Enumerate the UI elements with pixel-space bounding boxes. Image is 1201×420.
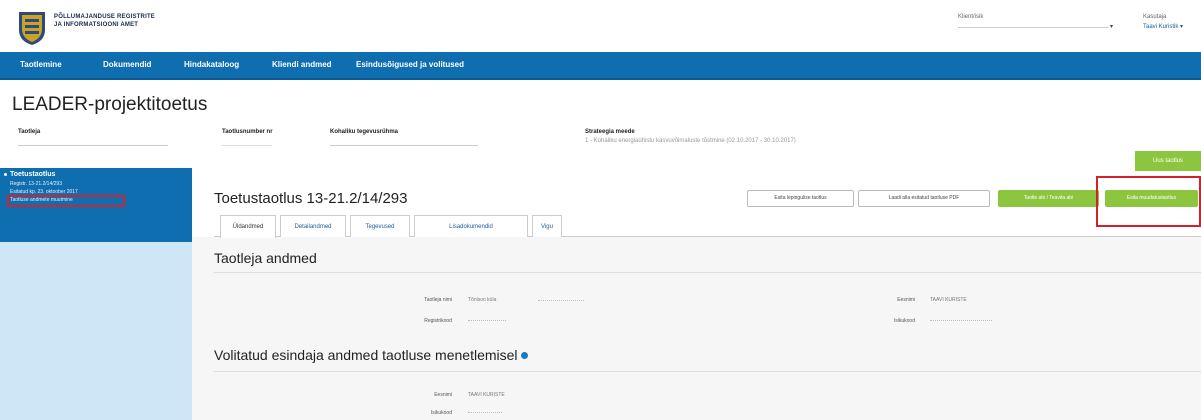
applicant-name-label: Taotleja nimi [424, 297, 452, 303]
tab-lisadokumendid[interactable]: Lisadokumendid [414, 215, 528, 237]
sidebar-item-toetustaotlus[interactable]: Toetustaotlus Registr. 13-21.2/14/293 Es… [0, 168, 192, 242]
tab-tegevused[interactable]: Tegevused [350, 215, 410, 237]
client-selector[interactable]: Klient/isik ▾ [958, 14, 1113, 30]
tab-uldandmed[interactable]: Üldandmed [220, 215, 276, 238]
section-title-representative-text: Volitatud esindaja andmed taotluse menet… [214, 347, 518, 363]
nav-item-kliendi-andmed[interactable]: Kliendi andmed [272, 60, 332, 69]
tab-detailandmed[interactable]: Detailandmed [280, 215, 346, 237]
rep-first-name-label: Eesnimi [434, 392, 452, 398]
registry-code-label: Registrikood [424, 318, 452, 324]
tab-vigu[interactable]: Vigu [532, 215, 562, 237]
section-title-representative: Volitatud esindaja andmed taotluse menet… [214, 347, 528, 363]
application-number-label: Taotlusnumber nr [222, 129, 273, 135]
app-header: PÕLLUMAJANDUSE REGISTRITE JA INFORMATSIO… [0, 0, 1201, 52]
nav-item-taotlemine[interactable]: Taotlemine [20, 60, 62, 69]
client-label: Klient/isik [958, 14, 984, 20]
applicant-value [18, 138, 168, 146]
applicant-name-value: Tõnisoo küla [468, 297, 497, 303]
agency-name: PÕLLUMAJANDUSE REGISTRITE JA INFORMATSIO… [54, 13, 155, 29]
strategy-label: Strateegia meede [585, 129, 635, 135]
sidebar-item-title[interactable]: Toetustaotlus [10, 171, 55, 178]
tab-bar: Üldandmed Detailandmed Tegevused Lisadok… [214, 215, 1201, 238]
bullet-icon [4, 173, 7, 176]
section-divider [214, 272, 1201, 273]
new-application-button[interactable]: Uus taotlus [1135, 151, 1201, 171]
action-group-info: Kohaliku tegevusrühma [330, 129, 478, 146]
rep-first-name-value: TAAVI KURISTE [468, 392, 505, 398]
nav-item-esindusoigused[interactable]: Esindusõigused ja volitused [356, 60, 464, 69]
request-aid-button[interactable]: Taotle abi / Teavita abi [998, 190, 1099, 207]
content-panel [192, 237, 1201, 420]
id-code-label: Isikukood [893, 318, 915, 324]
sidebar: Toetustaotlus Registr. 13-21.2/14/293 Es… [0, 168, 192, 420]
highlight-box [7, 195, 125, 207]
download-pdf-button[interactable]: Laadi alla esitatud taotluse PDF [858, 190, 990, 207]
nav-item-dokumendid[interactable]: Dokumendid [103, 60, 151, 69]
applicant-label: Taotleja [18, 129, 41, 135]
chevron-down-icon[interactable]: ▾ [1110, 24, 1113, 30]
user-info[interactable]: Kasutaja Taavi Kuristik ▾ [1143, 14, 1183, 30]
estonian-coat-of-arms-logo[interactable] [15, 8, 49, 46]
rep-id-code-label: Isikukood [430, 410, 452, 416]
section-title-applicant: Taotleja andmed [214, 250, 317, 266]
applicant-info: Taotleja [18, 129, 168, 146]
agency-name-line1: PÕLLUMAJANDUSE REGISTRITE [54, 14, 156, 20]
user-label: Kasutaja [1143, 14, 1167, 20]
nav-item-hindakataloog[interactable]: Hindakataloog [184, 60, 239, 69]
strategy-info: Strateegia meede 1 - Kohaliku energiaühi… [585, 129, 796, 144]
client-select-field[interactable] [958, 25, 1108, 28]
applicant-name-extra [538, 293, 584, 301]
first-name-label: Eesnimi [897, 297, 915, 303]
section-divider [214, 371, 1201, 372]
application-number-value [222, 138, 272, 146]
first-name-value: TAAVI KURISTE [930, 297, 967, 303]
strategy-value: 1 - Kohaliku energiaühistu kasvuvõimalus… [585, 138, 796, 144]
rep-id-code-value [468, 405, 502, 413]
id-code-value [930, 313, 992, 321]
agency-name-line2: JA INFORMATSIOONI AMET [54, 22, 139, 28]
application-title: Toetustaotlus 13-21.2/14/293 [214, 190, 408, 207]
application-number-info: Taotlusnumber nr [222, 129, 273, 146]
sidebar-item-registr: Registr. 13-21.2/14/293 [10, 181, 62, 187]
action-group-value [330, 138, 478, 146]
chevron-down-icon[interactable]: ▾ [1180, 24, 1183, 30]
registry-code-value [468, 313, 506, 321]
main-nav: Taotlemine Dokumendid Hindakataloog Klie… [0, 52, 1201, 80]
action-group-label: Kohaliku tegevusrühma [330, 129, 399, 135]
submit-contract-button[interactable]: Esita lepingulise taotlus [747, 190, 854, 207]
info-icon[interactable] [520, 351, 528, 359]
user-name[interactable]: Taavi Kuristik [1143, 24, 1178, 30]
page-title: LEADER-projektitoetus [12, 94, 208, 115]
